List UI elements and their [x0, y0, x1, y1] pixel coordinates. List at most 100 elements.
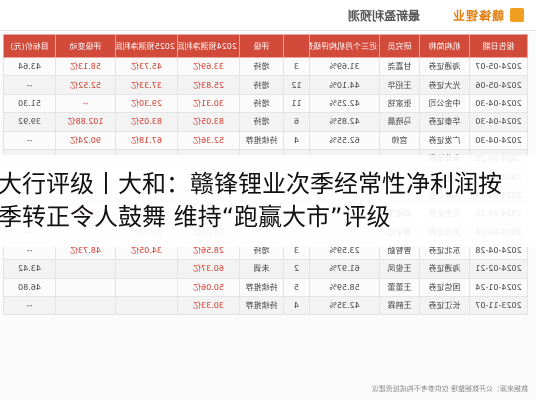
table-cell: 45.73亿: [115, 57, 178, 76]
table-cell: 王俊凤: [379, 259, 420, 279]
table-cell: 83.05亿: [177, 112, 240, 132]
table-cell: 光大证券: [419, 75, 470, 95]
table-row: 2024-04-30 中金公司 张家铭 42.25% 11 增持 30.31亿 29.30亿 -…: [3, 94, 528, 113]
table-cell: 王蕾蕾: [379, 278, 420, 297]
table-cell: 30.33亿: [177, 296, 240, 315]
table-cell: 50.06亿: [177, 278, 240, 297]
table-cell: 2024-05-07: [469, 57, 528, 76]
table-cell: 42.25%: [309, 94, 380, 113]
column-header: 评级变动: [55, 34, 116, 58]
column-header: 2024预测净利润(元): [177, 34, 240, 58]
table-cell: 31.69%: [309, 57, 380, 76]
table-cell: 中金公司: [419, 94, 470, 113]
table-row: 2023-11-07 长江证券 王鹤霖 42.35% 4 持续推荐 30.33亿 --: [3, 296, 528, 315]
table-cell: 2024-02-21: [469, 259, 528, 279]
column-header: [283, 34, 310, 58]
table-cell: 2024-01-24: [469, 278, 528, 297]
table-cell: 王鹤霖: [379, 296, 420, 315]
table-cell: 2024-05-06: [469, 75, 528, 95]
table-cell: [55, 259, 116, 279]
column-header: 机构简称: [419, 34, 470, 58]
table-cell: 华泰证券: [419, 112, 470, 132]
table-cell: 52.52亿: [55, 75, 116, 95]
table-cell: 增持: [239, 57, 284, 76]
table-cell: 61.97%: [309, 259, 380, 279]
table-cell: 33.69亿: [177, 57, 240, 76]
screenshot-stage: 赣锋锂业 最新盈利预测 报告日期 机构简称 研究员 近三个月机构评级数 评级 2…: [0, 0, 536, 400]
table-cell: 王招华: [379, 75, 420, 95]
table-cell: 67.18亿: [115, 131, 178, 150]
table-cell: 马晓晨: [379, 112, 420, 132]
table-cell: 2024-04-30: [469, 112, 528, 132]
table-cell: 83.05亿: [115, 112, 178, 132]
table-cell: [115, 296, 178, 315]
brand-name: 赣锋锂业: [451, 8, 504, 23]
headline-line-1: 大行评级丨大和：赣锋锂业次季经常性净利润按: [0, 170, 502, 198]
table-cell: 增持: [239, 112, 284, 132]
table-row: 2024-01-24 国信证券 王蕾蕾 58.59% 5 持续推荐 50.06亿 46.80: [3, 278, 528, 297]
table-cell: [115, 278, 178, 297]
table-cell: 60.37亿: [177, 259, 240, 279]
report-header-band: 赣锋锂业 最新盈利预测: [0, 0, 536, 31]
table-cell: 国信证券: [419, 278, 470, 297]
column-header: 报告日期: [469, 34, 528, 58]
table-cell: --: [3, 75, 56, 95]
table-cell: 25.83亿: [177, 75, 240, 95]
table-cell: [115, 259, 178, 279]
table-cell: 42.35%: [309, 296, 380, 315]
table-cell: 90.24亿: [55, 131, 116, 150]
table-cell: 2024-04-30: [469, 94, 528, 113]
table-cell: 30.31亿: [177, 94, 240, 113]
table-cell: 4: [283, 131, 310, 150]
table-cell: 12: [283, 75, 310, 95]
table-cell: [55, 278, 116, 297]
table-cell: 宫帅: [379, 131, 420, 150]
table-cell: 2023-11-07: [469, 296, 528, 315]
table-cell: 持续推荐: [239, 278, 284, 297]
table-cell: 海通证券: [419, 259, 470, 279]
table-cell: 52.36亿: [177, 131, 240, 150]
column-header: 评级: [239, 34, 284, 58]
table-cell: 51.30: [3, 94, 56, 113]
table-cell: 42.85%: [309, 112, 380, 132]
table-cell: 11: [283, 94, 310, 113]
table-row: 2024-05-07 海通证券 甘嘉尧 31.69% 3 增持 33.69亿 45.73亿 58…: [3, 57, 528, 76]
table-cell: 未调: [239, 259, 284, 279]
table-cell: 102.88亿: [55, 112, 116, 132]
report-title: 最新盈利预测: [347, 9, 420, 23]
table-row: 2024-04-30 华泰证券 马晓晨 42.85% 6 增持 83.05亿 83.05亿 10…: [3, 112, 528, 132]
table-cell: 58.13亿: [55, 57, 116, 76]
table-cell: 增持: [239, 75, 284, 95]
table-row: 2024-02-21 海通证券 王俊凤 61.97% 2 未调 60.37亿 43.42: [3, 259, 528, 279]
table-cell: 58.59%: [309, 278, 380, 297]
table-cell: 广发证券: [419, 131, 470, 150]
table-cell: 甘嘉尧: [379, 57, 420, 76]
table-cell: 持续推荐: [239, 296, 284, 315]
column-header: 研究员: [379, 34, 420, 58]
table-cell: --: [3, 296, 56, 315]
headline-line-2: 季转正令人鼓舞 维持“跑赢大市”评级: [0, 203, 391, 231]
table-cell: 张家铭: [379, 94, 420, 113]
table-cell: --: [55, 94, 116, 113]
table-cell: 4: [283, 296, 310, 315]
table-cell: 5: [283, 278, 310, 297]
table-cell: --: [3, 131, 56, 150]
table-cell: 43.42: [3, 259, 56, 279]
table-cell: 29.30亿: [115, 94, 178, 113]
brand-block: 赣锋锂业: [452, 6, 524, 24]
table-cell: 持续推荐: [239, 131, 284, 150]
column-header: 目标价(元): [3, 34, 56, 58]
table-row: 2024-05-06 光大证券 王招华 44.10% 12 增持 25.83亿 37.33亿 5…: [3, 75, 528, 95]
table-cell: 37.33亿: [115, 75, 178, 95]
table-header-row: 报告日期 机构简称 研究员 近三个月机构评级数 评级 2024预测净利润(元) …: [3, 34, 528, 58]
table-cell: 长江证券: [419, 296, 470, 315]
table-cell: 2: [283, 259, 310, 279]
table-cell: 43.64: [3, 57, 56, 76]
table-cell: 62.55%: [309, 131, 380, 150]
table-cell: 6: [283, 112, 310, 132]
table-cell: [55, 296, 116, 315]
table-row: 2024-04-30 广发证券 宫帅 62.55% 4 持续推荐 52.36亿 67.18亿 9…: [3, 131, 528, 150]
column-header: 2025预测净利润(元): [115, 34, 178, 58]
table-cell: 海通证券: [419, 57, 470, 76]
table-cell: 46.80: [3, 278, 56, 297]
